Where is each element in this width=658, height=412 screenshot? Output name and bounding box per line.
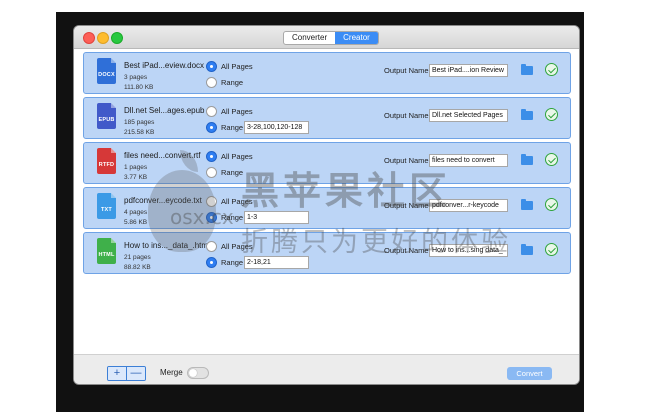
range-radio[interactable] — [206, 257, 217, 268]
txt-file-icon: TXT — [97, 193, 116, 219]
convert-button[interactable]: Convert — [507, 367, 552, 380]
add-remove-control: + — — [107, 366, 146, 381]
range-label: Range — [221, 123, 244, 132]
zoom-window-button[interactable] — [111, 32, 123, 44]
rtfd-file-icon: RTFD — [97, 148, 116, 174]
mode-switcher: Converter Creator — [283, 31, 379, 45]
remove-file-button[interactable]: — — [126, 367, 145, 380]
range-radio[interactable] — [206, 77, 217, 88]
page-count: 185 pages — [124, 119, 155, 126]
tab-creator[interactable]: Creator — [335, 32, 378, 44]
page-count: 3 pages — [124, 74, 148, 81]
all-pages-label: All Pages — [221, 62, 253, 71]
watermark-title: 黑苹果社区 — [241, 169, 452, 213]
output-name-field[interactable]: Best iPad....ion Review — [429, 64, 508, 77]
merge-toggle[interactable] — [187, 367, 209, 379]
file-type-badge: HTML — [98, 252, 115, 258]
all-pages-label: All Pages — [221, 107, 253, 116]
file-size: 3.77 KB — [124, 174, 148, 181]
range-label: Range — [221, 258, 244, 267]
all-pages-radio[interactable] — [206, 61, 217, 72]
docx-file-icon: DOCX — [97, 58, 116, 84]
all-pages-radio[interactable] — [206, 151, 217, 162]
folder-icon[interactable] — [521, 199, 533, 210]
folder-icon[interactable] — [521, 244, 533, 255]
page-count: 1 pages — [124, 164, 148, 171]
file-type-badge: RTFD — [98, 162, 115, 168]
all-pages-radio[interactable] — [206, 241, 217, 252]
file-size: 111.80 KB — [124, 84, 154, 91]
bottom-toolbar: + — Merge Convert — [74, 354, 579, 384]
add-file-button[interactable]: + — [108, 367, 126, 380]
all-pages-radio[interactable] — [206, 106, 217, 117]
page-count: 4 pages — [124, 209, 148, 216]
file-type-badge: EPUB — [98, 117, 115, 123]
folder-icon[interactable] — [521, 154, 533, 165]
range-label: Range — [221, 78, 244, 87]
folder-icon[interactable] — [521, 64, 533, 75]
title-bar: Converter Creator — [74, 26, 579, 49]
merge-label: Merge — [160, 368, 183, 377]
epub-file-icon: EPUB — [97, 103, 116, 129]
file-name: Best iPad...eview.docx — [124, 61, 205, 70]
file-size: 88.82 KB — [124, 264, 151, 271]
checkmark-icon[interactable] — [545, 198, 558, 211]
html-file-icon: HTML — [97, 238, 116, 264]
file-type-badge: TXT — [101, 207, 112, 213]
close-window-button[interactable] — [83, 32, 95, 44]
file-name: Dll.net Sel...ages.epub — [124, 106, 205, 115]
range-radio[interactable] — [206, 122, 217, 133]
range-label: Range — [221, 168, 244, 177]
range-input[interactable]: 3-28,100,120-128 — [244, 121, 309, 134]
checkmark-icon[interactable] — [545, 153, 558, 166]
file-row[interactable]: EPUB Dll.net Sel...ages.epub 185 pages 2… — [83, 97, 571, 139]
checkmark-icon[interactable] — [545, 243, 558, 256]
output-name-label: Output Name — [384, 111, 429, 120]
checkmark-icon[interactable] — [545, 63, 558, 76]
file-size: 215.58 KB — [124, 129, 155, 136]
file-size: 5.86 KB — [124, 219, 148, 226]
watermark-domain: osx.cx — [170, 205, 234, 229]
file-row[interactable]: DOCX Best iPad...eview.docx 3 pages 111.… — [83, 52, 571, 94]
tab-converter[interactable]: Converter — [284, 32, 335, 44]
minimize-window-button[interactable] — [97, 32, 109, 44]
output-name-field[interactable]: Dll.net Selected Pages — [429, 109, 508, 122]
watermark-subtitle: 折腾只为更好的体验 — [241, 227, 511, 258]
page-count: 21 pages — [124, 254, 151, 261]
range-radio[interactable] — [206, 167, 217, 178]
folder-icon[interactable] — [521, 109, 533, 120]
checkmark-icon[interactable] — [545, 108, 558, 121]
file-type-badge: DOCX — [98, 72, 115, 78]
output-name-label: Output Name — [384, 66, 429, 75]
